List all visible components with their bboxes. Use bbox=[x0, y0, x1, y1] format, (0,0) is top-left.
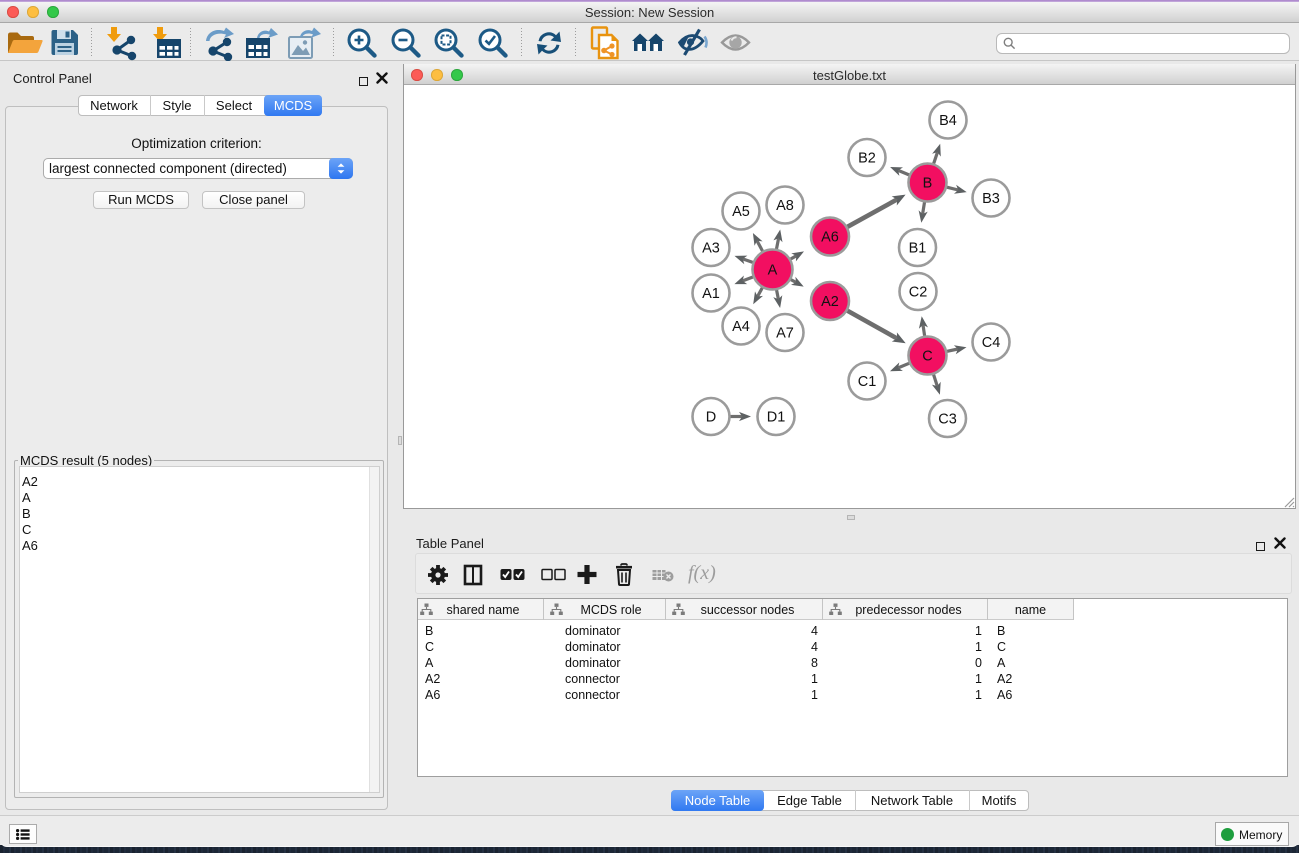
svg-text:A1: A1 bbox=[702, 286, 720, 302]
svg-text:A2: A2 bbox=[821, 294, 839, 310]
svg-text:C1: C1 bbox=[858, 374, 877, 390]
svg-text:C3: C3 bbox=[938, 412, 957, 428]
svg-text:A4: A4 bbox=[732, 319, 750, 335]
svg-text:B2: B2 bbox=[858, 151, 876, 167]
svg-text:A3: A3 bbox=[702, 241, 720, 257]
svg-text:A5: A5 bbox=[732, 204, 750, 220]
svg-text:D: D bbox=[706, 410, 716, 426]
svg-text:C: C bbox=[922, 349, 932, 365]
svg-text:D1: D1 bbox=[767, 410, 786, 426]
svg-text:A8: A8 bbox=[776, 198, 794, 214]
svg-text:A7: A7 bbox=[776, 326, 794, 342]
svg-text:C4: C4 bbox=[982, 335, 1001, 351]
svg-text:B3: B3 bbox=[982, 191, 1000, 207]
svg-text:B1: B1 bbox=[909, 241, 927, 257]
svg-text:C2: C2 bbox=[909, 285, 928, 301]
svg-text:B4: B4 bbox=[939, 113, 957, 129]
svg-text:A: A bbox=[768, 263, 778, 279]
svg-text:B: B bbox=[923, 176, 933, 192]
svg-text:A6: A6 bbox=[821, 230, 839, 246]
